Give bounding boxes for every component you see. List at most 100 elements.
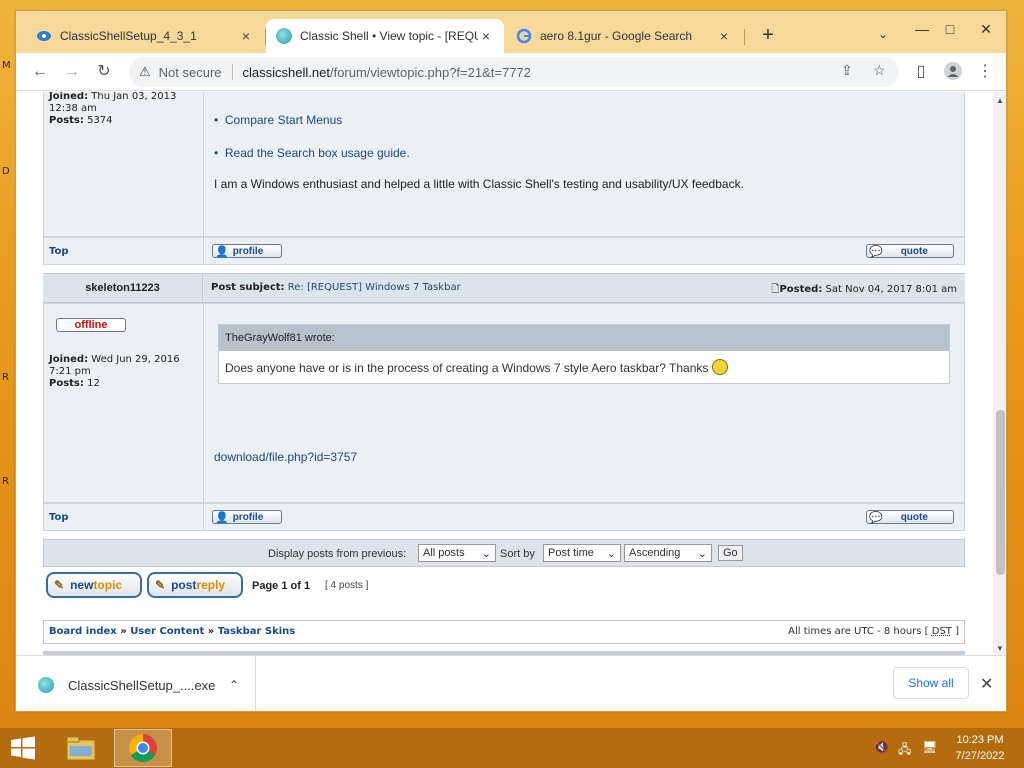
post-actions-left: Top [44, 504, 204, 530]
search-box-guide-link[interactable]: Read the Search box usage guide. [225, 146, 410, 160]
tab-close-icon[interactable]: × [238, 28, 254, 44]
new-topic-button[interactable]: ✎ new topic [46, 572, 142, 598]
chevron-down-icon: ⌄ [481, 547, 491, 560]
breadcrumb-taskbar-skins[interactable]: Taskbar Skins [218, 626, 296, 637]
tab-close-icon[interactable]: × [478, 28, 494, 44]
top-link[interactable]: Top [49, 246, 69, 257]
post-author-panel: Joined: Thu Jan 03, 2013 12:38 am Posts:… [44, 92, 204, 236]
tab-classicshell-setup[interactable]: ClassicShellSetup_4_3_1 × [26, 19, 264, 53]
address-bar[interactable]: ⚠ Not secure classicshell.net /forum/vie… [129, 57, 899, 87]
post-actions-row: Top 👤 profile 💬 quote [43, 503, 965, 531]
compare-start-menus-link[interactable]: Compare Start Menus [225, 113, 342, 127]
post-reply-button[interactable]: ✎ post reply [147, 572, 243, 598]
quote-text-content: Does anyone have or is in the process of… [225, 361, 709, 375]
top-link[interactable]: Top [49, 512, 69, 523]
page-scrollbar[interactable]: ▲ ▼ [993, 92, 1006, 655]
sort-order-select[interactable]: Ascending ⌄ [624, 544, 712, 562]
windows-start-icon[interactable] [10, 736, 36, 760]
profile-button[interactable]: 👤 profile [212, 510, 282, 524]
posts-count: 12 [87, 378, 100, 389]
tab-search-chevron-icon[interactable]: ⌄ [878, 27, 888, 41]
close-shelf-icon[interactable]: ✕ [980, 674, 993, 694]
joined-label: Joined: [49, 92, 89, 102]
post-previous: Joined: Thu Jan 03, 2013 12:38 am Posts:… [43, 92, 965, 237]
chrome-taskbar[interactable] [114, 729, 172, 767]
breadcrumb-user-content[interactable]: User Content [130, 626, 204, 637]
go-button[interactable]: Go [718, 545, 743, 561]
pencil-icon: ✎ [54, 578, 65, 592]
forward-button[interactable]: → [62, 62, 82, 82]
chrome-icon [129, 734, 157, 762]
button-word: reply [196, 578, 226, 592]
tab-google-search[interactable]: aero 8.1gur - Google Search × [506, 19, 742, 53]
minimize-button[interactable]: — [912, 21, 932, 37]
quote-button[interactable]: 💬 quote [866, 244, 954, 258]
signature-text: I am a Windows enthusiast and helped a l… [214, 177, 744, 191]
share-icon[interactable]: ⇪ [841, 62, 853, 79]
joined-label: Joined: [49, 354, 89, 365]
quote-label: quote [900, 245, 928, 257]
timezone-note: All times are UTC - 8 hours [ DST ] [788, 626, 959, 637]
sort-by-label: Sort by [500, 548, 535, 560]
scroll-thumb[interactable] [996, 410, 1005, 575]
browser-toolbar: ← → ↻ ⚠ Not secure classicshell.net /for… [16, 53, 1006, 91]
post-author-name[interactable]: skeleton11223 [43, 274, 203, 302]
back-button[interactable]: ← [30, 62, 50, 82]
author-meta: Joined: Wed Jun 29, 2016 7:21 pm Posts: … [49, 354, 180, 390]
network-icon[interactable]: 🖧 [898, 740, 911, 761]
dst-abbr: DST [931, 626, 952, 637]
attachment-link[interactable]: download/file.php?id=3757 [214, 450, 357, 464]
chevron-down-icon: ⌄ [697, 547, 707, 560]
breadcrumb-trail: Board index » User Content » Taskbar Ski… [49, 626, 295, 637]
post-actions-left: Top [44, 238, 204, 264]
chevron-up-icon[interactable]: ⌃ [229, 678, 239, 692]
chrome-menu-icon[interactable]: ⋮ [975, 62, 995, 82]
file-explorer-taskbar[interactable] [52, 729, 110, 767]
volume-muted-icon[interactable]: 🔇 [874, 740, 889, 754]
tab-classic-shell-topic[interactable]: Classic Shell • View topic - [REQU × [266, 19, 504, 53]
profile-button[interactable]: 👤 profile [212, 244, 282, 258]
breadcrumb: Board index » User Content » Taskbar Ski… [43, 620, 965, 644]
action-center-icon[interactable]: 🖥 [922, 740, 937, 754]
subject-link[interactable]: Re: [REQUEST] Windows 7 Taskbar [288, 282, 461, 293]
joined-value: Wed Jun 29, 2016 [91, 354, 180, 365]
post-actions-row: Top 👤 profile 💬 quote [43, 237, 965, 265]
system-clock[interactable]: 10:23 PM 7/27/2022 [945, 732, 1015, 764]
show-all-button[interactable]: Show all [893, 667, 969, 699]
download-item[interactable]: ClassicShellSetup_....exe ⌃ [16, 656, 256, 711]
posts-label: Posts: [49, 115, 84, 126]
reload-button[interactable]: ↻ [94, 62, 114, 82]
profile-avatar-icon[interactable] [943, 62, 963, 82]
download-shelf: ClassicShellSetup_....exe ⌃ Show all ✕ [16, 655, 1006, 711]
tab-title: Classic Shell • View topic - [REQU [300, 29, 478, 43]
post-actions-right: 👤 profile 💬 quote [204, 504, 964, 530]
posted-value: Sat Nov 04, 2017 8:01 am [825, 284, 957, 295]
post-count: [ 4 posts ] [325, 580, 369, 591]
quote-author: TheGrayWolf81 wrote: [219, 325, 949, 351]
edge-favicon-icon [37, 31, 51, 41]
folder-icon [66, 736, 96, 761]
joined-value: Thu Jan 03, 2013 [91, 92, 177, 102]
bookmark-star-icon[interactable]: ☆ [873, 62, 886, 79]
scroll-up-icon[interactable]: ▲ [996, 96, 1004, 105]
joined-time: 7:21 pm [49, 366, 91, 377]
select-value: Ascending [629, 547, 681, 559]
side-panel-icon[interactable]: ▯ [911, 62, 931, 82]
breadcrumb-board-index[interactable]: Board index [49, 626, 117, 637]
warning-icon[interactable]: ⚠ [139, 64, 151, 80]
sort-key-select[interactable]: Post time ⌄ [543, 544, 621, 562]
timezone-bracket: ] [955, 626, 959, 637]
quote-button[interactable]: 💬 quote [866, 510, 954, 524]
new-tab-button[interactable]: + [758, 25, 778, 45]
select-value: Post time [548, 547, 594, 559]
maximize-button[interactable]: □ [940, 21, 960, 37]
quote-text: Does anyone have or is in the process of… [219, 351, 949, 383]
tab-close-icon[interactable]: × [716, 28, 732, 44]
display-filter-select[interactable]: All posts ⌄ [418, 544, 496, 562]
button-word: topic [93, 578, 123, 592]
download-filename: ClassicShellSetup_....exe [68, 677, 216, 693]
tab-title: aero 8.1gur - Google Search [540, 29, 693, 43]
close-window-button[interactable]: ✕ [976, 21, 996, 38]
post-actions-right: 👤 profile 💬 quote [204, 238, 964, 264]
scroll-down-icon[interactable]: ▼ [996, 644, 1004, 653]
